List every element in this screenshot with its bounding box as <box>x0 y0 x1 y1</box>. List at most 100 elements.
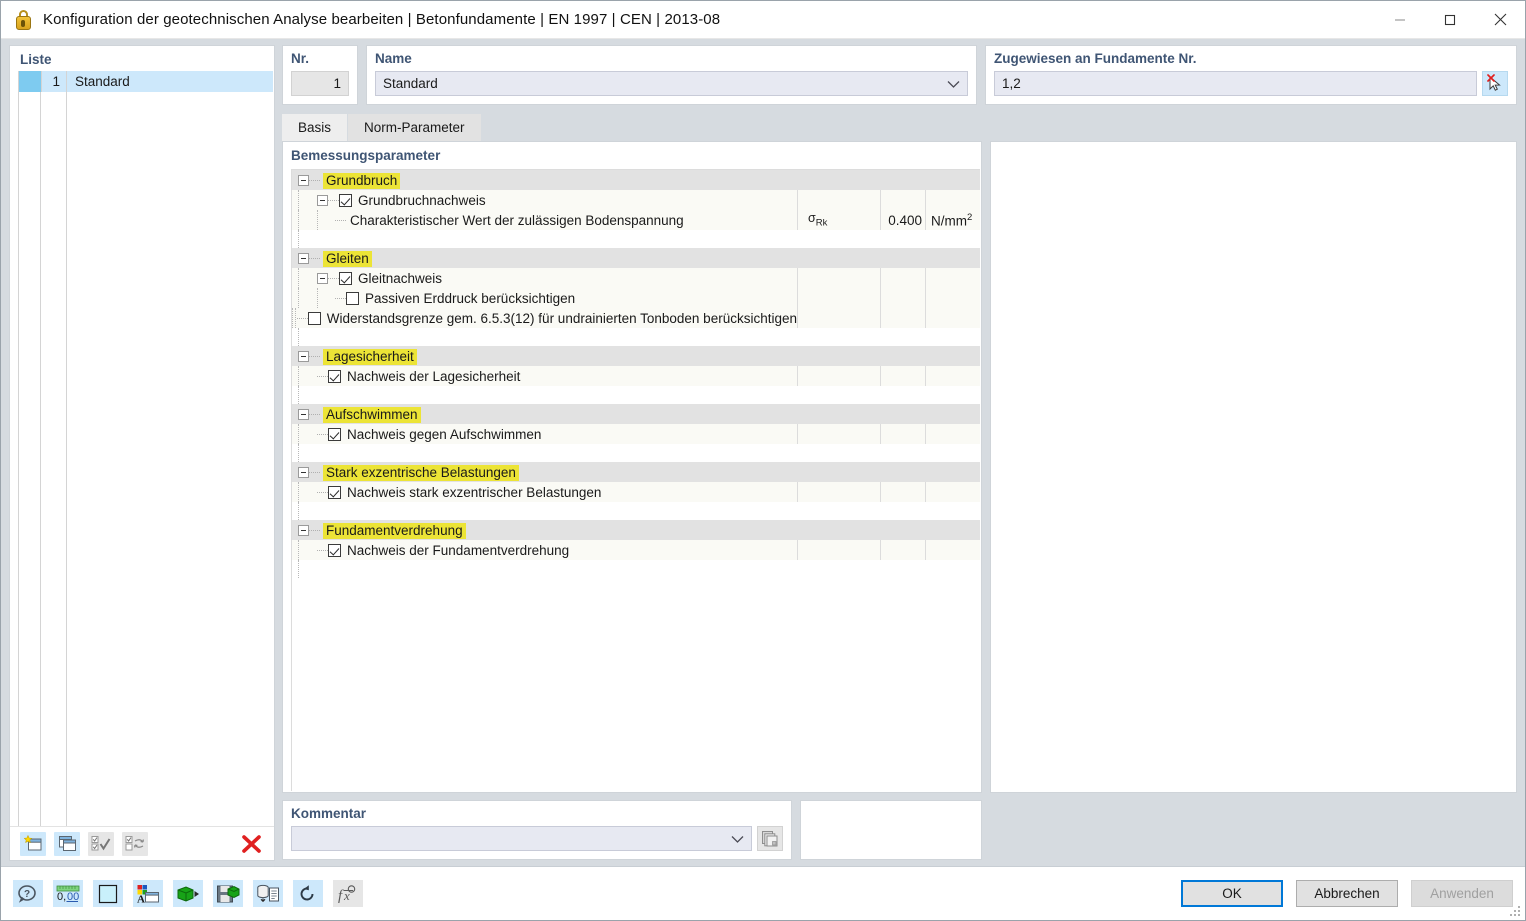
tree-group-header[interactable]: Grundbruch <box>292 170 980 190</box>
row-checkbox[interactable] <box>328 543 341 557</box>
comment-combo[interactable] <box>291 826 752 851</box>
color-swatch-icon[interactable] <box>93 880 123 907</box>
apply-button: Anwenden <box>1411 880 1513 907</box>
name-input[interactable]: Standard <box>375 71 968 96</box>
tree-row-checkbox-parent[interactable]: Gleitnachweis <box>292 268 980 288</box>
row-checkbox[interactable] <box>346 291 359 305</box>
cell-value[interactable] <box>880 424 925 444</box>
cell-unit <box>925 248 980 268</box>
collapse-icon[interactable] <box>298 350 309 362</box>
tab-basis[interactable]: Basis <box>282 114 348 141</box>
cell-value[interactable] <box>880 328 925 346</box>
number-input[interactable]: 1 <box>291 71 349 96</box>
tree-group-header[interactable]: Lagesicherheit <box>292 346 980 366</box>
cell-value[interactable] <box>880 444 925 462</box>
select-all-button[interactable] <box>88 831 114 856</box>
collapse-icon[interactable] <box>298 524 309 536</box>
collapse-icon[interactable] <box>298 252 309 264</box>
row-checkbox[interactable] <box>339 193 352 207</box>
cell-value[interactable] <box>880 248 925 268</box>
cell-unit <box>925 288 980 308</box>
tree-row-checkbox-leaf[interactable]: Nachweis der Lagesicherheit <box>292 366 980 386</box>
cell-unit <box>925 230 980 248</box>
assigned-input[interactable]: 1,2 <box>994 71 1477 96</box>
collapse-icon[interactable] <box>317 194 328 206</box>
tree-row-checkbox-leaf[interactable]: Nachweis stark exzentrischer Belastungen <box>292 482 980 502</box>
assigned-label: Zugewiesen an Fundamente Nr. <box>994 51 1197 66</box>
window-controls <box>1375 1 1525 38</box>
cell-value[interactable] <box>880 540 925 560</box>
import-icon[interactable] <box>173 880 203 907</box>
cell-value[interactable] <box>880 502 925 520</box>
cell-value[interactable] <box>880 366 925 386</box>
cell-unit <box>925 444 980 462</box>
row-checkbox[interactable] <box>328 427 341 441</box>
cell-value[interactable] <box>880 308 925 328</box>
ok-button[interactable]: OK <box>1181 880 1283 907</box>
cell-value[interactable]: 0.400 <box>880 210 925 230</box>
cell-value[interactable] <box>880 482 925 502</box>
tree-group-header[interactable]: Fundamentverdrehung <box>292 520 980 540</box>
cell-value[interactable] <box>880 190 925 210</box>
list-item[interactable]: 1 Standard <box>19 71 273 92</box>
cell-value[interactable] <box>880 170 925 190</box>
parameter-tree[interactable]: Grundbruch Grundbruchnachweis Charakterist… <box>291 169 980 791</box>
tree-row-value[interactable]: Charakteristischer Wert der zulässigen B… <box>292 210 980 230</box>
copy-configuration-button[interactable] <box>54 831 80 856</box>
save-icon[interactable] <box>213 880 243 907</box>
comment-row: Kommentar <box>282 800 1517 860</box>
cell-unit <box>925 560 980 578</box>
invert-selection-button[interactable] <box>122 831 148 856</box>
cell-value[interactable] <box>880 268 925 288</box>
display-properties-icon[interactable]: A <box>133 880 163 907</box>
collapse-icon[interactable] <box>317 272 328 284</box>
help-icon[interactable]: ? <box>13 880 43 907</box>
row-checkbox[interactable] <box>328 369 341 383</box>
tree-row-checkbox-leaf[interactable]: Nachweis der Fundamentverdrehung <box>292 540 980 560</box>
comment-input[interactable] <box>291 826 752 851</box>
row-checkbox[interactable] <box>307 311 321 325</box>
reset-icon[interactable] <box>293 880 323 907</box>
tree-group-header[interactable]: Stark exzentrische Belastungen <box>292 462 980 482</box>
delete-configuration-button[interactable] <box>238 832 264 856</box>
collapse-icon[interactable] <box>298 466 309 478</box>
collapse-icon[interactable] <box>298 408 309 420</box>
cell-symbol <box>797 482 880 502</box>
resize-grip[interactable] <box>1510 906 1522 918</box>
formula-icon[interactable]: f x <box>333 880 363 907</box>
cell-symbol <box>797 462 880 482</box>
copy-comment-button[interactable] <box>757 826 783 851</box>
tab-norm-parameter[interactable]: Norm-Parameter <box>348 114 481 141</box>
tree-row-label: Widerstandsgrenze gem. 6.5.3(12) für und… <box>326 310 797 326</box>
minimize-icon[interactable] <box>1375 1 1425 38</box>
cell-value[interactable] <box>880 230 925 248</box>
cell-value[interactable] <box>880 560 925 578</box>
cell-value[interactable] <box>880 520 925 540</box>
tree-group-header[interactable]: Aufschwimmen <box>292 404 980 424</box>
tree-row-checkbox-leaf[interactable]: Nachweis gegen Aufschwimmen <box>292 424 980 444</box>
cell-value[interactable] <box>880 404 925 424</box>
tree-row-checkbox-child[interactable]: Widerstandsgrenze gem. 6.5.3(12) für und… <box>292 308 980 328</box>
name-combo[interactable]: Standard <box>375 71 968 96</box>
cell-value[interactable] <box>880 462 925 482</box>
row-checkbox[interactable] <box>328 485 341 499</box>
maximize-icon[interactable] <box>1425 1 1475 38</box>
tree-row-label: Nachweis gegen Aufschwimmen <box>347 426 542 442</box>
cell-symbol <box>797 248 880 268</box>
tree-row-checkbox-parent[interactable]: Grundbruchnachweis <box>292 190 980 210</box>
tree-row-checkbox-child[interactable]: Passiven Erddruck berücksichtigen <box>292 288 980 308</box>
close-icon[interactable] <box>1475 1 1525 38</box>
cell-value[interactable] <box>880 386 925 404</box>
cell-value[interactable] <box>880 288 925 308</box>
cancel-button[interactable]: Abbrechen <box>1296 880 1398 907</box>
select-objects-button[interactable] <box>1482 71 1508 96</box>
configuration-list[interactable]: 1 Standard <box>18 71 273 826</box>
new-configuration-button[interactable] <box>20 831 46 856</box>
name-label: Name <box>375 51 412 66</box>
cell-value[interactable] <box>880 346 925 366</box>
units-decimal-places-icon[interactable]: 0, 00 <box>53 880 83 907</box>
tree-group-header[interactable]: Gleiten <box>292 248 980 268</box>
collapse-icon[interactable] <box>298 174 309 186</box>
database-report-icon[interactable] <box>253 880 283 907</box>
row-checkbox[interactable] <box>339 271 352 285</box>
